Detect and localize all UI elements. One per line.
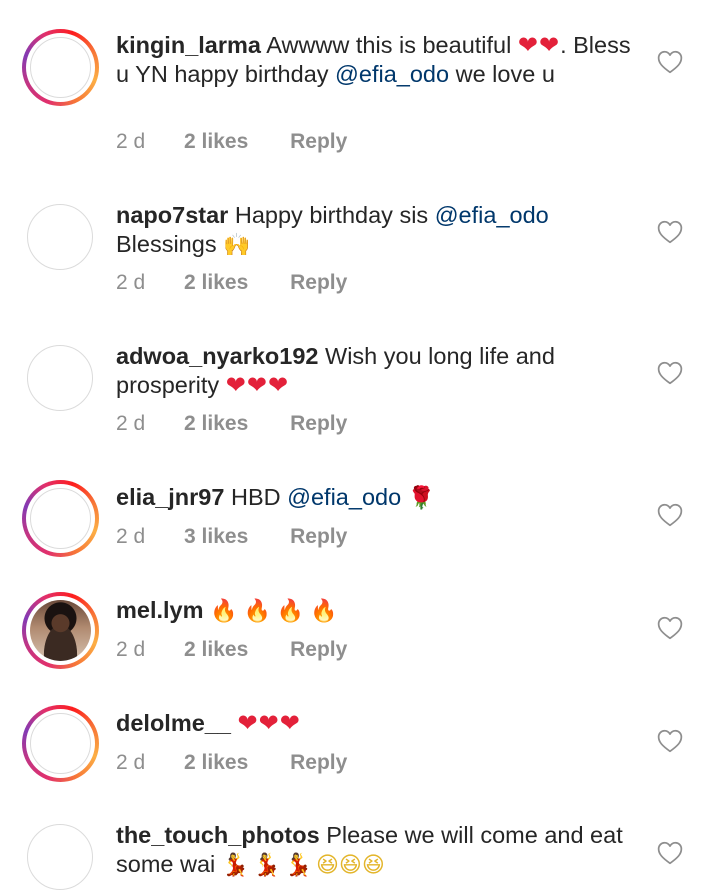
avatar-inner <box>26 33 95 102</box>
heart-outline-icon[interactable] <box>657 841 683 865</box>
comment-time: 2 d <box>116 130 146 153</box>
raised-hands-emoji: 🙌 <box>223 233 251 258</box>
dancer-emoji: 💃💃💃 <box>221 853 316 878</box>
comment-username[interactable]: the_touch_photos <box>116 822 320 848</box>
comment-likes[interactable]: 2 likes <box>184 638 248 662</box>
reply-button[interactable]: Reply <box>290 638 347 662</box>
comment-username[interactable]: kingin_larma <box>116 32 261 58</box>
comment-text: mel.lym 🔥🔥🔥🔥 <box>116 596 636 626</box>
reply-button[interactable]: Reply <box>290 130 347 154</box>
comment-meta: 2 d 2 likes Reply <box>116 751 347 775</box>
comment-body-end: we love u <box>449 61 555 87</box>
avatar[interactable] <box>27 824 93 890</box>
comment-time: 2 d <box>116 271 146 294</box>
heart-outline-icon[interactable] <box>657 50 683 74</box>
comment-body: Happy birthday sis <box>234 202 435 228</box>
heart-outline-icon[interactable] <box>657 361 683 385</box>
avatar[interactable] <box>27 204 93 270</box>
avatar[interactable] <box>22 480 99 557</box>
heart-emoji: ❤❤ <box>517 31 561 59</box>
mention-link[interactable]: @efia_odo <box>335 61 449 87</box>
comment-likes[interactable]: 2 likes <box>184 751 248 775</box>
avatar-photo <box>30 600 91 661</box>
heart-emoji: ❤❤❤ <box>237 709 301 737</box>
comment-likes[interactable]: 2 likes <box>184 412 248 436</box>
avatar[interactable] <box>22 592 99 669</box>
reply-button[interactable]: Reply <box>290 751 347 775</box>
heart-outline-icon[interactable] <box>657 220 683 244</box>
avatar[interactable] <box>22 705 99 782</box>
comment-text: napo7star Happy birthday sis @efia_odo B… <box>116 201 636 260</box>
rose-emoji: 🌹 <box>407 486 436 511</box>
comment-text: the_touch_photos Please we will come and… <box>116 821 636 880</box>
laughing-emoji: 😆😆😆 <box>315 853 385 878</box>
mention-link[interactable]: @efia_odo <box>287 484 401 510</box>
comment-meta: 2 d 2 likes Reply <box>116 412 347 436</box>
reply-button[interactable]: Reply <box>290 412 347 436</box>
fire-emoji: 🔥🔥🔥🔥 <box>210 599 344 624</box>
avatar-placeholder <box>30 713 91 774</box>
avatar-placeholder <box>27 345 93 411</box>
avatar[interactable] <box>22 29 99 106</box>
avatar-placeholder <box>27 204 93 270</box>
comment-username[interactable]: adwoa_nyarko192 <box>116 343 318 369</box>
comment-body: Awwww this is beautiful <box>266 32 518 58</box>
comment-meta: 2 d 2 likes Reply <box>116 271 347 295</box>
heart-emoji: ❤❤❤ <box>225 371 290 399</box>
comment-likes[interactable]: 2 likes <box>184 130 248 154</box>
comment-body: HBD <box>230 484 288 510</box>
avatar-placeholder <box>27 824 93 890</box>
comment-text: kingin_larma Awwww this is beautiful ❤❤.… <box>116 31 636 89</box>
reply-button[interactable]: Reply <box>290 271 347 295</box>
comment-username[interactable]: elia_jnr97 <box>116 484 224 510</box>
reply-button[interactable]: Reply <box>290 525 347 549</box>
heart-outline-icon[interactable] <box>657 729 683 753</box>
comment-time: 2 d <box>116 525 146 548</box>
comment-text: delolme__ ❤❤❤ <box>116 709 636 738</box>
avatar-placeholder <box>30 488 91 549</box>
comment-time: 2 d <box>116 751 146 774</box>
avatar[interactable] <box>27 345 93 411</box>
avatar-inner <box>26 709 95 778</box>
comment-text: adwoa_nyarko192 Wish you long life and p… <box>116 342 636 400</box>
comment-likes[interactable]: 3 likes <box>184 525 248 549</box>
comment-meta: 2 d 2 likes Reply <box>116 130 347 154</box>
comment-meta: 2 d 2 likes Reply <box>116 638 347 662</box>
avatar-inner <box>26 596 95 665</box>
comment-meta: 2 d 3 likes Reply <box>116 525 347 549</box>
heart-outline-icon[interactable] <box>657 616 683 640</box>
comment-username[interactable]: delolme__ <box>116 710 231 736</box>
comment-text: elia_jnr97 HBD @efia_odo 🌹 <box>116 483 636 513</box>
comment-likes[interactable]: 2 likes <box>184 271 248 295</box>
comment-username[interactable]: napo7star <box>116 202 228 228</box>
comment-body-cont: Blessings <box>116 231 224 257</box>
heart-outline-icon[interactable] <box>657 503 683 527</box>
comment-username[interactable]: mel.lym <box>116 597 204 623</box>
comment-time: 2 d <box>116 412 146 435</box>
comment-time: 2 d <box>116 638 146 661</box>
mention-link[interactable]: @efia_odo <box>435 202 549 228</box>
avatar-placeholder <box>30 37 91 98</box>
avatar-inner <box>26 484 95 553</box>
